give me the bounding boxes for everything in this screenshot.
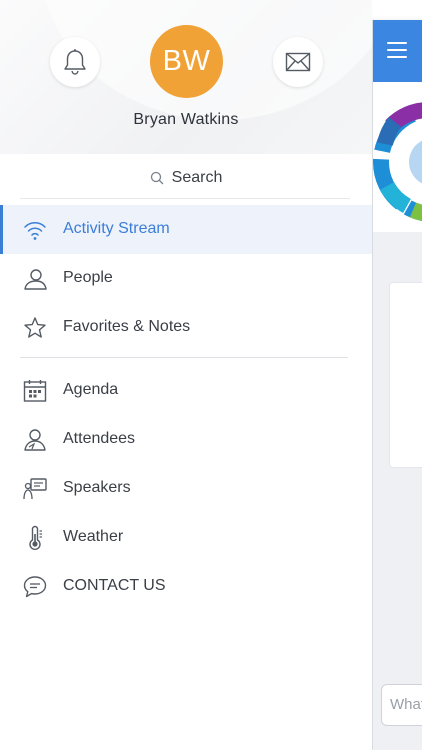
profile-header: BW Bryan Watkins bbox=[0, 0, 372, 154]
compose-input[interactable]: What bbox=[381, 684, 422, 726]
menu-item-weather[interactable]: Weather bbox=[0, 513, 372, 562]
chat-icon bbox=[23, 576, 47, 598]
menu-label: People bbox=[63, 269, 113, 286]
search-divider bbox=[20, 198, 350, 199]
hamburger-menu-icon[interactable] bbox=[387, 42, 407, 58]
menu-item-attendees[interactable]: Attendees bbox=[0, 415, 372, 464]
menu-label: Weather bbox=[63, 528, 124, 545]
menu-item-people[interactable]: People bbox=[0, 254, 372, 303]
menu-item-speakers[interactable]: Speakers bbox=[0, 464, 372, 513]
messages-button[interactable] bbox=[273, 37, 323, 87]
menu-label: CONTACT US bbox=[63, 577, 166, 594]
star-icon bbox=[24, 317, 46, 338]
active-indicator bbox=[0, 205, 3, 254]
wifi-icon bbox=[24, 222, 46, 240]
mail-icon bbox=[285, 52, 311, 72]
avatar-initials: BW bbox=[162, 45, 211, 77]
compose-placeholder: What bbox=[390, 696, 422, 713]
menu-label: Speakers bbox=[63, 479, 131, 496]
event-logo bbox=[373, 82, 422, 232]
menu-item-favorites-notes[interactable]: Favorites & Notes bbox=[0, 303, 372, 352]
menu-label: Activity Stream bbox=[63, 220, 170, 237]
menu-divider bbox=[20, 357, 348, 358]
menu-item-activity-stream[interactable]: Activity Stream bbox=[0, 205, 372, 254]
navigation-drawer: BW Bryan Watkins Search Activity Stream bbox=[0, 0, 372, 750]
search-icon bbox=[150, 171, 164, 185]
menu-label: Favorites & Notes bbox=[63, 318, 191, 335]
calendar-icon bbox=[23, 380, 47, 402]
menu-item-contact-us[interactable]: CONTACT US bbox=[0, 562, 372, 611]
speakers-icon bbox=[23, 478, 47, 500]
app-top-bar bbox=[373, 20, 422, 82]
search-label: Search bbox=[171, 169, 223, 186]
app-content-panel: What bbox=[372, 20, 422, 750]
menu-label: Attendees bbox=[63, 430, 136, 447]
content-card[interactable] bbox=[389, 282, 422, 468]
search-button[interactable]: Search bbox=[0, 156, 372, 200]
menu-label: Agenda bbox=[63, 381, 119, 398]
avatar[interactable]: BW bbox=[150, 25, 223, 98]
bell-icon bbox=[64, 49, 86, 75]
menu-item-agenda[interactable]: Agenda bbox=[0, 366, 372, 415]
user-name: Bryan Watkins bbox=[133, 111, 239, 128]
thermometer-icon bbox=[29, 525, 42, 550]
person-icon bbox=[24, 269, 47, 290]
notifications-button[interactable] bbox=[50, 37, 100, 87]
attendees-icon bbox=[24, 429, 46, 451]
